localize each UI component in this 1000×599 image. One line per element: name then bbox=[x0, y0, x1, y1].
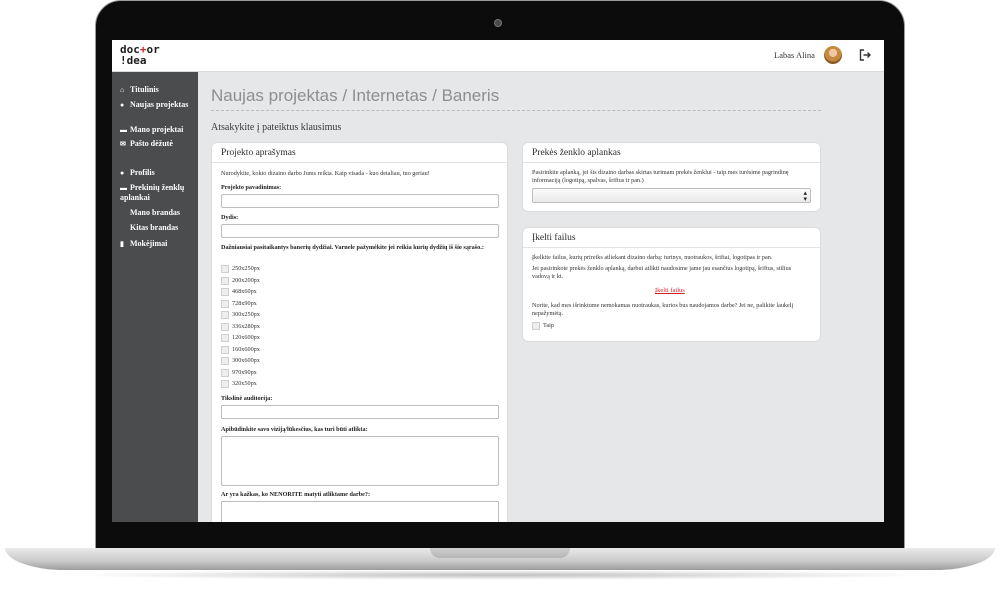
sidebar-item-pasto-dezute[interactable]: ✉ Pašto dėžutė bbox=[120, 139, 173, 149]
upload-brand-text: Jei pasirinkote prekės ženklo aplanką, d… bbox=[532, 265, 792, 280]
user-greeting: Labas Alina bbox=[774, 50, 815, 60]
card-title: Projekto aprašymas bbox=[212, 143, 507, 163]
size-option[interactable]: 160x600px bbox=[221, 345, 260, 354]
envelope-icon: ✉ bbox=[120, 140, 126, 148]
checkbox[interactable] bbox=[221, 368, 229, 377]
common-sizes-label: Dažniausiai pasitaikantys banerių dydžia… bbox=[221, 244, 484, 251]
size-option[interactable]: 468x60px bbox=[221, 287, 257, 296]
checkbox[interactable] bbox=[532, 321, 540, 330]
upload-text: Įkelkite failus, kurių prireiks atliekan… bbox=[532, 254, 773, 261]
size-option[interactable]: 336x280px bbox=[221, 322, 260, 331]
audience-input[interactable] bbox=[221, 405, 499, 419]
dont-want-textarea[interactable] bbox=[221, 501, 499, 522]
plus-circle-icon: ● bbox=[120, 101, 125, 109]
brand-folder-text: Pasirinkite aplanką, jei šis dizaino dar… bbox=[532, 169, 789, 184]
size-option[interactable]: 120x600px bbox=[221, 333, 260, 342]
checkbox[interactable] bbox=[221, 276, 229, 285]
title-divider bbox=[211, 110, 821, 111]
project-description-card: Projekto aprašymas Nurodykite, kokio diz… bbox=[211, 142, 508, 522]
project-name-label: Projekto pavadinimas: bbox=[221, 184, 282, 191]
checkbox[interactable] bbox=[221, 345, 229, 354]
checkbox[interactable] bbox=[221, 356, 229, 365]
user-icon: ● bbox=[120, 169, 125, 177]
sidebar-item-titulinis[interactable]: ⌂ Titulinis bbox=[120, 85, 159, 95]
brand-folder-card: Prekės ženklo aplankas Pasirinkite aplan… bbox=[522, 142, 821, 212]
vision-textarea[interactable] bbox=[221, 436, 499, 486]
sidebar-item-naujas-projektas[interactable]: ● Naujas projektas bbox=[120, 100, 194, 110]
size-option[interactable]: 300x250px bbox=[221, 310, 260, 319]
doctor-idea-logo[interactable]: doc+or !dea bbox=[120, 44, 160, 66]
size-option[interactable]: 320x50px bbox=[221, 379, 257, 388]
laptop-notch bbox=[430, 548, 570, 558]
checkbox[interactable] bbox=[221, 287, 229, 296]
avatar[interactable] bbox=[824, 46, 842, 64]
size-option[interactable]: 970x90px bbox=[221, 368, 257, 377]
page-subtitle: Atsakykite į pateiktus klausimus bbox=[211, 122, 342, 133]
project-intro: Nurodykite, kokio dizaino darbo Jums rei… bbox=[221, 170, 430, 177]
size-option[interactable]: 728x90px bbox=[221, 299, 257, 308]
sidebar-item-profilis[interactable]: ● Profilis bbox=[120, 168, 155, 178]
size-label: Dydis: bbox=[221, 214, 239, 221]
folder-icon: ▬ bbox=[120, 126, 127, 134]
sidebar-item-mano-projektai[interactable]: ▬ Mano projektai bbox=[120, 125, 183, 135]
sidebar-item-mokejimai[interactable]: ▮ Mokėjimai bbox=[120, 239, 167, 249]
card-title: Prekės ženklo aplankas bbox=[523, 143, 820, 163]
checkbox[interactable] bbox=[221, 310, 229, 319]
laptop-shadow bbox=[60, 570, 940, 580]
select-arrows-icon: ▴ ▾ bbox=[803, 189, 807, 203]
folder-open-icon: ▬ bbox=[120, 184, 127, 192]
checkbox[interactable] bbox=[221, 264, 229, 273]
top-bar: doc+or !dea Labas Alina bbox=[112, 40, 884, 72]
sidebar: ⌂ Titulinis ● Naujas projektas ▬ Mano proje… bbox=[112, 72, 198, 522]
vision-label: Apibūdinkite savo viziją/lūkesčius, kas … bbox=[221, 426, 368, 433]
card-title: Įkelti failus bbox=[523, 228, 820, 248]
size-input[interactable] bbox=[221, 224, 499, 238]
app-screen: doc+or !dea Labas Alina ⌂ Titulinis ● Nauj… bbox=[112, 40, 884, 522]
home-icon: ⌂ bbox=[120, 86, 125, 94]
size-option[interactable]: 250x250px bbox=[221, 264, 260, 273]
upload-files-link[interactable]: Įkelti failus bbox=[655, 287, 685, 294]
brand-folder-select[interactable]: ▴ ▾ bbox=[532, 188, 811, 203]
upload-files-card: Įkelti failus Įkelkite failus, kurių pri… bbox=[522, 227, 821, 342]
free-photos-option[interactable]: Taip bbox=[532, 321, 554, 330]
dont-want-label: Ar yra kažkas, ko NENORITE matyti atlikt… bbox=[221, 491, 371, 498]
checkbox[interactable] bbox=[221, 379, 229, 388]
checkbox[interactable] bbox=[221, 333, 229, 342]
webcam bbox=[494, 19, 502, 27]
free-photos-text: Norite, kad mes išrinktume nemokamas nuo… bbox=[532, 302, 794, 317]
logout-icon[interactable] bbox=[858, 48, 872, 62]
credit-card-icon: ▮ bbox=[120, 240, 124, 248]
checkbox[interactable] bbox=[221, 299, 229, 308]
sidebar-item-kitas-brandas[interactable]: Kitas brandas bbox=[130, 223, 178, 232]
project-name-input[interactable] bbox=[221, 194, 499, 208]
size-option[interactable]: 200x200px bbox=[221, 276, 260, 285]
sidebar-item-prekiniu-zenklu-aplankai[interactable]: ▬ Prekinių ženklų aplankai bbox=[120, 183, 196, 203]
size-option[interactable]: 300x600px bbox=[221, 356, 260, 365]
page-title: Naujas projektas / Internetas / Baneris bbox=[211, 86, 500, 105]
audience-label: Tikslinė auditorija: bbox=[221, 395, 273, 402]
sidebar-item-mano-brandas[interactable]: Mano brandas bbox=[130, 208, 180, 217]
checkbox[interactable] bbox=[221, 322, 229, 331]
